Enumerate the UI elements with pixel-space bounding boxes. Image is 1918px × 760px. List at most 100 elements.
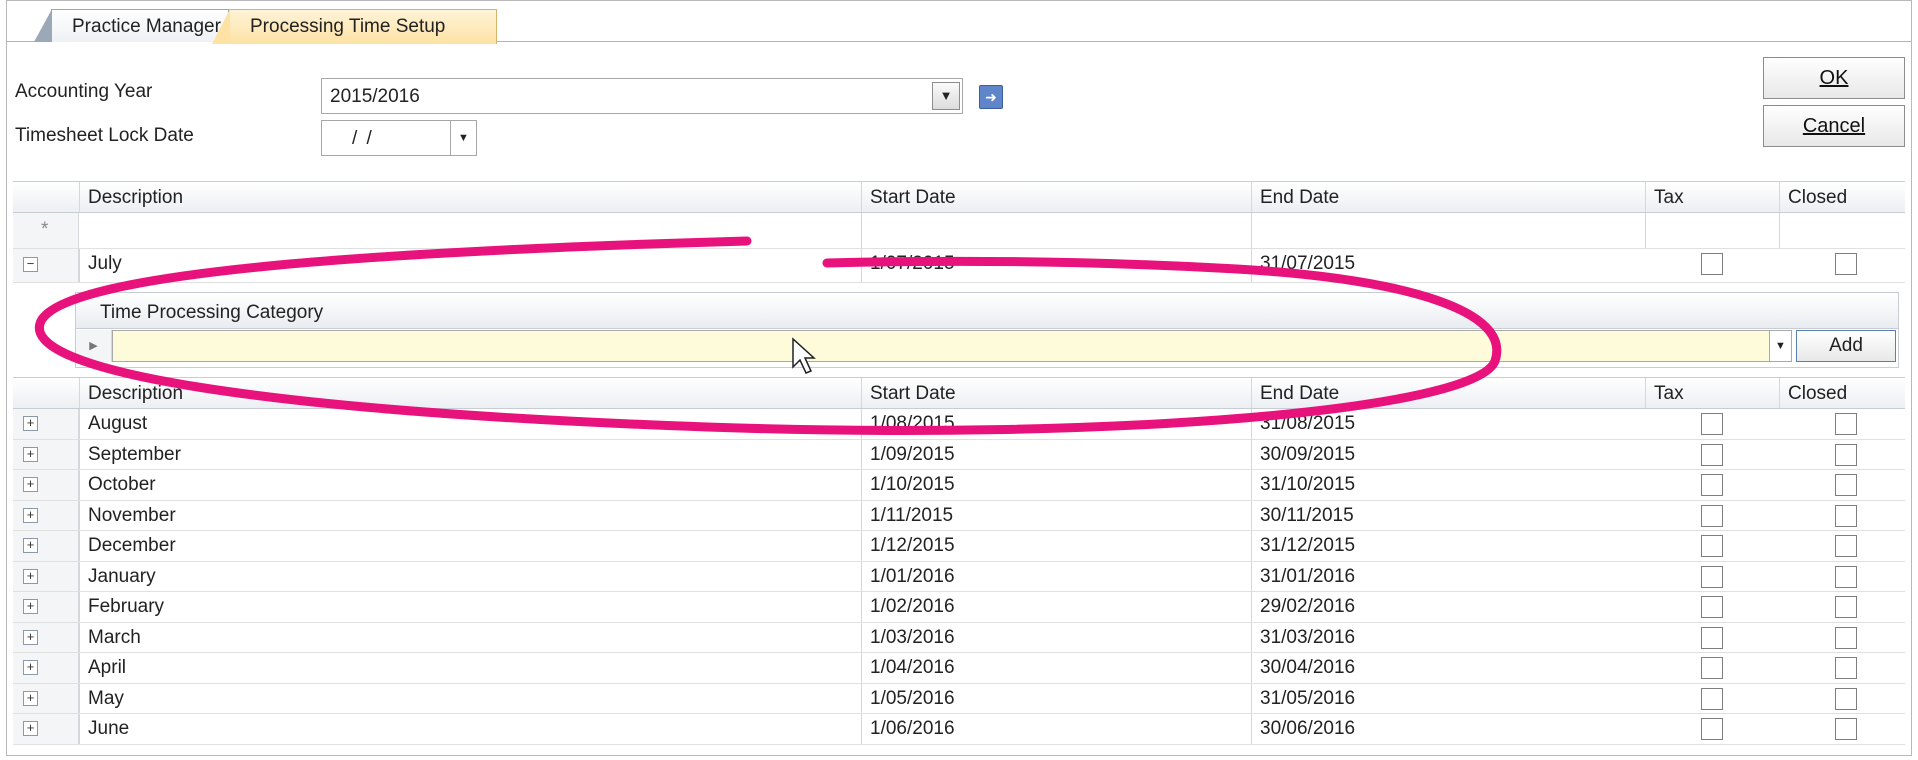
add-button[interactable]: Add: [1796, 330, 1896, 362]
chevron-down-icon[interactable]: ▼: [932, 82, 960, 110]
row-end: 30/04/2016: [1251, 653, 1355, 683]
closed-checkbox[interactable]: [1835, 443, 1857, 466]
expand-plus-icon[interactable]: +: [23, 690, 38, 706]
closed-checkbox[interactable]: [1835, 413, 1857, 435]
row-end: 31/12/2015: [1251, 531, 1355, 561]
table-row[interactable]: + September 1/09/2015 30/09/2015: [13, 439, 1905, 470]
col-closed-lower[interactable]: Closed: [1779, 378, 1905, 408]
col-end-date-lower[interactable]: End Date: [1251, 378, 1645, 408]
grid-header: Description Start Date End Date Tax Clos…: [13, 181, 1905, 213]
row-description: September: [79, 439, 181, 469]
col-start-date[interactable]: Start Date: [861, 182, 1251, 212]
expand-plus-icon[interactable]: +: [23, 599, 38, 614]
accounting-year-label: Accounting Year: [15, 81, 153, 102]
tax-checkbox[interactable]: [1701, 687, 1723, 710]
row-end: 31/01/2016: [1251, 561, 1355, 591]
expand-plus-icon[interactable]: +: [23, 568, 38, 584]
expand-plus-icon[interactable]: +: [23, 721, 38, 736]
expand-plus-icon[interactable]: +: [23, 538, 38, 553]
tax-checkbox[interactable]: [1701, 626, 1723, 649]
tax-checkbox[interactable]: [1701, 535, 1723, 557]
tax-checkbox[interactable]: [1701, 443, 1723, 466]
row-end: 30/06/2016: [1251, 714, 1355, 744]
table-row[interactable]: + June 1/06/2016 30/06/2016: [13, 714, 1905, 745]
cancel-button[interactable]: Cancel: [1763, 105, 1905, 147]
expand-plus-icon[interactable]: +: [23, 660, 38, 675]
closed-checkbox[interactable]: [1835, 504, 1857, 527]
ok-button[interactable]: OK: [1763, 57, 1905, 99]
expand-plus-icon[interactable]: +: [23, 507, 38, 523]
table-row[interactable]: + December 1/12/2015 31/12/2015: [13, 531, 1905, 562]
grid-header-lower: Description Start Date End Date Tax Clos…: [13, 377, 1905, 409]
subgrid-header: Time Processing Category: [100, 302, 324, 323]
chevron-down-icon[interactable]: ▼: [1769, 331, 1791, 361]
expand-plus-icon[interactable]: +: [23, 446, 38, 462]
row-description: July: [79, 249, 122, 282]
expand-plus-icon[interactable]: +: [23, 629, 38, 645]
tax-checkbox[interactable]: [1701, 474, 1723, 496]
closed-checkbox[interactable]: [1835, 718, 1857, 740]
row-start: 1/11/2015: [861, 500, 953, 530]
table-row[interactable]: + May 1/05/2016 31/05/2016: [13, 683, 1905, 714]
new-row-selector: *: [13, 213, 79, 248]
col-closed[interactable]: Closed: [1779, 182, 1905, 212]
row-end: 29/02/2016: [1251, 592, 1355, 622]
table-row[interactable]: + April 1/04/2016 30/04/2016: [13, 653, 1905, 684]
collapse-minus-icon[interactable]: −: [23, 257, 38, 272]
tax-checkbox[interactable]: [1701, 253, 1723, 275]
row-start: 1/08/2015: [861, 409, 955, 439]
col-end-date[interactable]: End Date: [1251, 182, 1645, 212]
chevron-down-icon[interactable]: ▼: [450, 121, 476, 155]
row-end: 31/10/2015: [1251, 470, 1355, 500]
expand-plus-icon[interactable]: +: [23, 416, 38, 431]
expand-plus-icon[interactable]: +: [23, 477, 38, 492]
table-row[interactable]: + February 1/02/2016 29/02/2016: [13, 592, 1905, 623]
tax-checkbox[interactable]: [1701, 565, 1723, 588]
tax-checkbox[interactable]: [1701, 657, 1723, 679]
col-tax-lower[interactable]: Tax: [1645, 378, 1779, 408]
row-end: 30/11/2015: [1251, 500, 1354, 530]
accounting-year-combo[interactable]: 2015/2016 ▼: [321, 78, 963, 114]
tax-checkbox[interactable]: [1701, 504, 1723, 527]
tax-checkbox[interactable]: [1701, 596, 1723, 618]
table-row-expanded[interactable]: − July 1/07/2015 31/07/2015: [13, 249, 1905, 283]
row-start: 1/01/2016: [861, 561, 955, 591]
table-row[interactable]: + January 1/01/2016 31/01/2016: [13, 561, 1905, 592]
time-processing-category-subgrid: Time Processing Category ▶ ▼ Add: [75, 292, 1899, 368]
tax-checkbox[interactable]: [1701, 413, 1723, 435]
timesheet-lock-date-label: Timesheet Lock Date: [15, 125, 194, 146]
col-description[interactable]: Description: [79, 182, 861, 212]
accounting-year-value: 2015/2016: [330, 86, 420, 107]
exit-icon[interactable]: ➜: [979, 85, 1003, 109]
closed-checkbox[interactable]: [1835, 657, 1857, 679]
timesheet-lock-date-field[interactable]: / / ▼: [321, 120, 477, 156]
row-end: 31/08/2015: [1251, 409, 1355, 439]
closed-checkbox[interactable]: [1835, 687, 1857, 710]
row-description: March: [79, 622, 141, 652]
row-start: 1/04/2016: [861, 653, 955, 683]
row-start: 1/05/2016: [861, 683, 955, 713]
col-start-date-lower[interactable]: Start Date: [861, 378, 1251, 408]
lock-date-value: / /: [352, 128, 374, 149]
new-row[interactable]: *: [13, 213, 1905, 249]
closed-checkbox[interactable]: [1835, 596, 1857, 618]
closed-checkbox[interactable]: [1835, 565, 1857, 588]
closed-checkbox[interactable]: [1835, 253, 1857, 275]
row-end: 31/05/2016: [1251, 683, 1355, 713]
row-description: May: [79, 683, 124, 713]
tab-practice-manager[interactable]: Practice Manager: [34, 9, 229, 42]
col-description-lower[interactable]: Description: [79, 378, 861, 408]
table-row[interactable]: + August 1/08/2015 31/08/2015: [13, 409, 1905, 440]
col-tax[interactable]: Tax: [1645, 182, 1779, 212]
closed-checkbox[interactable]: [1835, 535, 1857, 557]
tab-processing-time-setup[interactable]: Processing Time Setup: [212, 9, 497, 44]
table-row[interactable]: + November 1/11/2015 30/11/2015: [13, 500, 1905, 531]
row-description: December: [79, 531, 176, 561]
table-row[interactable]: + March 1/03/2016 31/03/2016: [13, 622, 1905, 653]
tax-checkbox[interactable]: [1701, 718, 1723, 740]
time-processing-category-input[interactable]: ▼: [112, 330, 1792, 362]
closed-checkbox[interactable]: [1835, 626, 1857, 649]
closed-checkbox[interactable]: [1835, 474, 1857, 496]
row-description: November: [79, 500, 176, 530]
table-row[interactable]: + October 1/10/2015 31/10/2015: [13, 470, 1905, 501]
